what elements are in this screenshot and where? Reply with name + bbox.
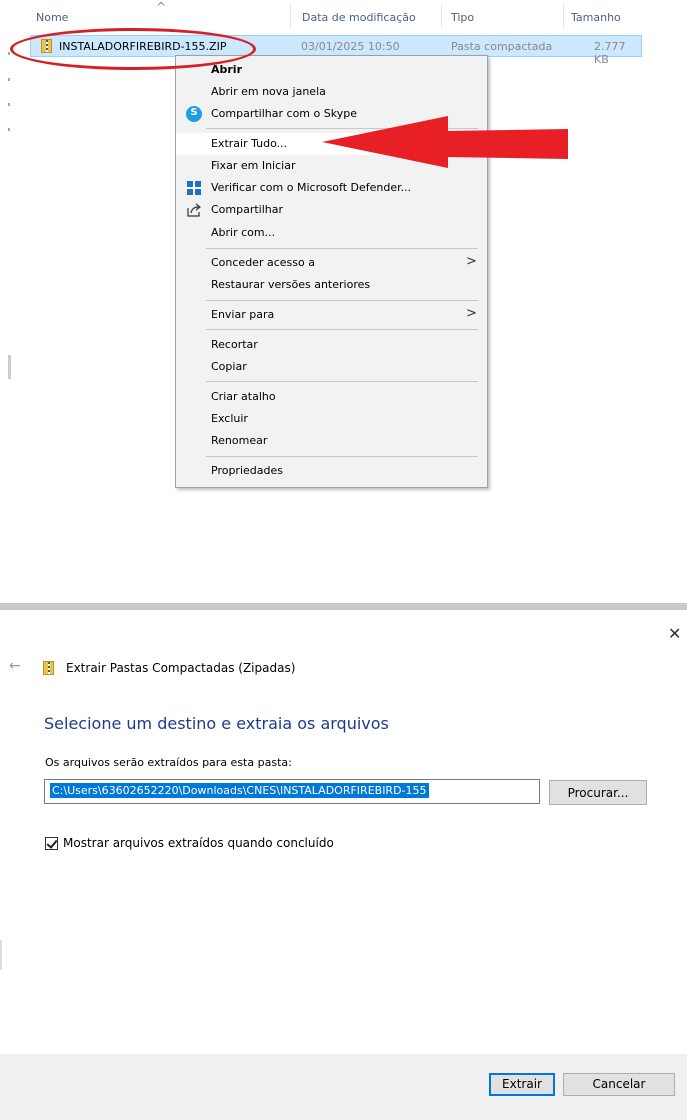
cancel-button[interactable]: Cancelar (563, 1073, 675, 1096)
column-divider[interactable] (290, 4, 291, 28)
chevron-right-icon: > (466, 254, 477, 269)
nav-pane-tick (8, 103, 10, 106)
menu-item-open-with[interactable]: Abrir com... (176, 222, 487, 244)
window-edge (0, 940, 2, 970)
defender-icon (186, 180, 202, 196)
dialog-heading: Selecione um destino e extraia os arquiv… (44, 714, 389, 733)
destination-path-text: C:\Users\63602652220\Downloads\CNES\INST… (50, 783, 429, 798)
column-divider[interactable] (441, 4, 442, 28)
file-size: 2.777 KB (594, 40, 626, 66)
section-divider (0, 603, 687, 610)
show-files-label: Mostrar arquivos extraídos quando conclu… (63, 836, 334, 850)
menu-item-label: Recortar (211, 338, 258, 351)
menu-item-label: Verificar com o Microsoft Defender... (211, 181, 412, 194)
menu-item-label: Abrir (211, 63, 243, 76)
menu-item-open-new-window[interactable]: Abrir em nova janela (176, 81, 487, 103)
menu-item-label: Copiar (211, 360, 247, 373)
file-modified: 03/01/2025 10:50 (301, 40, 400, 53)
file-type: Pasta compactada (451, 40, 553, 53)
dialog-footer: Extrair Cancelar (0, 1054, 687, 1120)
file-explorer: Nome ^ Data de modificação Tipo Tamanho … (0, 0, 687, 560)
column-name[interactable]: Nome (36, 11, 68, 24)
menu-item-label: Renomear (211, 434, 268, 447)
nav-pane-tick (8, 52, 10, 55)
menu-item-rename[interactable]: Renomear (176, 430, 487, 452)
menu-separator (206, 300, 478, 301)
nav-pane-tick (8, 78, 10, 81)
menu-item-share[interactable]: Compartilhar (176, 199, 487, 221)
menu-item-send-to[interactable]: Enviar para > (176, 304, 487, 326)
menu-item-label: Conceder acesso a (211, 256, 315, 269)
chevron-right-icon: > (466, 306, 477, 321)
back-arrow-icon[interactable]: ← (9, 658, 21, 674)
nav-pane-tick (8, 128, 10, 131)
menu-item-properties[interactable]: Propriedades (176, 460, 487, 482)
menu-item-scan-defender[interactable]: Verificar com o Microsoft Defender... (176, 177, 487, 199)
extract-dialog: ✕ ← Extrair Pastas Compactadas (Zipadas)… (0, 610, 687, 1120)
menu-item-give-access[interactable]: Conceder acesso a > (176, 252, 487, 274)
menu-item-create-shortcut[interactable]: Criar atalho (176, 386, 487, 408)
share-icon (186, 202, 202, 218)
browse-button[interactable]: Procurar... (549, 780, 647, 805)
destination-label: Os arquivos serão extraídos para esta pa… (45, 756, 292, 769)
destination-path-input[interactable]: C:\Users\63602652220\Downloads\CNES\INST… (44, 779, 540, 804)
menu-item-label: Extrair Tudo... (211, 137, 288, 150)
menu-separator (206, 381, 478, 382)
highlight-ellipse (10, 28, 256, 70)
red-arrow-icon (322, 116, 568, 168)
dialog-title: Extrair Pastas Compactadas (Zipadas) (66, 661, 296, 675)
menu-separator (206, 329, 478, 330)
menu-item-label: Excluir (211, 412, 248, 425)
column-date-modified[interactable]: Data de modificação (302, 11, 416, 24)
menu-item-label: Enviar para (211, 308, 275, 321)
menu-item-restore-versions[interactable]: Restaurar versões anteriores (176, 274, 487, 296)
menu-item-label: Propriedades (211, 464, 283, 477)
column-type[interactable]: Tipo (451, 11, 474, 24)
menu-item-label: Abrir em nova janela (211, 85, 326, 98)
menu-item-label: Fixar em Iniciar (211, 159, 296, 172)
menu-item-label: Abrir com... (211, 226, 276, 239)
menu-item-label: Compartilhar (211, 203, 284, 216)
extract-button[interactable]: Extrair (489, 1073, 555, 1096)
menu-item-delete[interactable]: Excluir (176, 408, 487, 430)
menu-item-label: Restaurar versões anteriores (211, 278, 371, 291)
column-divider[interactable] (563, 4, 564, 28)
menu-item-copy[interactable]: Copiar (176, 356, 487, 378)
zip-folder-icon (43, 661, 54, 675)
sort-caret-icon: ^ (156, 0, 167, 14)
skype-icon: S (186, 106, 202, 122)
menu-separator (206, 248, 478, 249)
column-size[interactable]: Tamanho (571, 11, 621, 24)
nav-pane-scrollbar[interactable] (8, 355, 11, 379)
menu-separator (206, 456, 478, 457)
menu-item-label: Criar atalho (211, 390, 276, 403)
show-files-checkbox[interactable] (45, 837, 58, 850)
close-icon[interactable]: ✕ (668, 624, 681, 643)
menu-item-cut[interactable]: Recortar (176, 334, 487, 356)
column-header-row: Nome ^ Data de modificação Tipo Tamanho (0, 0, 687, 32)
